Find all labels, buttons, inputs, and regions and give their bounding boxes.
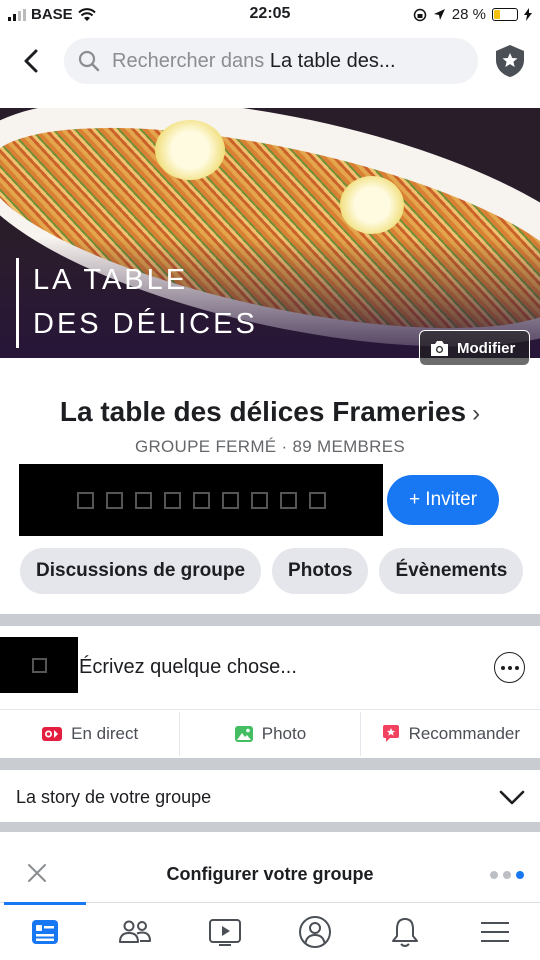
news-feed-icon: [32, 919, 58, 944]
shield-star-icon: [496, 45, 524, 77]
battery-percent: 28 %: [451, 6, 486, 23]
pagination-dots: [490, 871, 524, 879]
divider: [0, 758, 540, 770]
tab-groups[interactable]: [90, 903, 180, 960]
tab-menu[interactable]: [450, 903, 540, 960]
photo-label: Photo: [261, 724, 307, 743]
search-placeholder: Rechercher dans La table des...: [112, 50, 396, 73]
cover-title-line2: DES DÉLICES: [33, 308, 258, 340]
tab-discussions[interactable]: Discussions de groupe: [20, 548, 262, 594]
status-icons: 28 %: [413, 6, 532, 23]
configure-title[interactable]: Configurer votre groupe: [0, 864, 540, 885]
charging-icon: [524, 8, 532, 21]
top-nav: Rechercher dans La table des...: [0, 30, 540, 92]
photo-button[interactable]: Photo: [180, 712, 361, 756]
bottom-tab-bar: [0, 902, 540, 960]
profile-icon: [299, 915, 331, 948]
divider: [0, 614, 540, 626]
search-group-name: La table des...: [269, 49, 396, 72]
chevron-down-icon: [499, 790, 525, 805]
divider: [0, 822, 540, 832]
cover-photo: LA TABLE DES DÉLICES: [0, 108, 540, 358]
invite-button[interactable]: + Inviter: [387, 475, 499, 525]
recommend-button[interactable]: Recommander: [361, 712, 540, 756]
tab-notifications[interactable]: [360, 903, 450, 960]
menu-icon: [481, 921, 509, 942]
group-meta: GROUPE FERMÉ · 89 MEMBRES: [134, 437, 406, 456]
group-story-section[interactable]: La story de votre groupe: [0, 770, 540, 822]
group-name-text: La table des délices Frameries: [59, 396, 467, 427]
user-avatar-redacted: [0, 637, 78, 693]
search-prefix: Rechercher dans: [112, 49, 265, 72]
photo-icon: [234, 726, 253, 742]
chevron-right-icon: ›: [472, 400, 481, 427]
search-input[interactable]: Rechercher dans La table des...: [64, 38, 478, 84]
member-avatars-redacted[interactable]: [19, 464, 383, 536]
story-label: La story de votre groupe: [16, 787, 212, 807]
edit-cover-button[interactable]: Modifier: [419, 330, 530, 366]
tab-news-feed[interactable]: [0, 902, 90, 960]
more-options-button[interactable]: [494, 652, 525, 683]
rotation-lock-icon: [413, 8, 427, 21]
edit-cover-label: Modifier: [457, 339, 516, 357]
tab-events[interactable]: Évènements: [379, 548, 524, 594]
tab-profile[interactable]: [270, 903, 360, 960]
recommend-icon: [382, 725, 399, 742]
chevron-left-icon: [24, 49, 38, 73]
tab-watch[interactable]: [180, 903, 270, 960]
watch-icon: [209, 918, 241, 946]
notifications-icon: [392, 917, 418, 947]
divider: [0, 709, 540, 710]
battery-icon: [492, 8, 518, 21]
live-button[interactable]: En direct: [0, 712, 181, 756]
search-icon: [78, 50, 100, 72]
group-name[interactable]: La table des délices Frameries ›: [0, 396, 540, 428]
cover-title-line1: LA TABLE: [33, 264, 189, 296]
cover-title: LA TABLE DES DÉLICES: [16, 258, 258, 348]
recommend-label: Recommander: [408, 724, 521, 743]
location-icon: [433, 9, 445, 20]
admin-tools-button[interactable]: [493, 43, 527, 79]
configure-group-banner: Configurer votre groupe: [0, 846, 540, 902]
back-button[interactable]: [14, 44, 48, 78]
tab-photos[interactable]: Photos: [272, 548, 369, 594]
live-label: En direct: [71, 724, 139, 743]
camera-icon: [431, 340, 448, 356]
composer-input[interactable]: Écrivez quelque chose...: [79, 656, 297, 679]
groups-icon: [119, 920, 151, 943]
composer-actions: En direct Photo Recommander: [0, 712, 540, 756]
status-bar: BASE 22:05 28 %: [0, 0, 540, 30]
live-video-icon: [42, 727, 63, 741]
group-tabs: Discussions de groupe Photos Évènements: [20, 548, 524, 594]
